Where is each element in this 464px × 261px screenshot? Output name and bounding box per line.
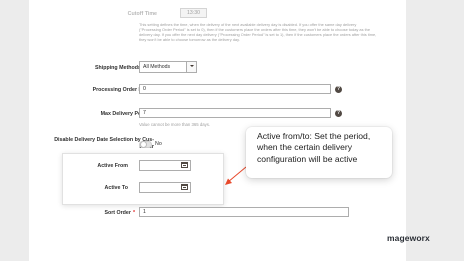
callout-arrow [225,166,247,185]
mageworx-logo: mageworx [387,233,430,243]
callout-tooltip: Active from/to: Set the period, when the… [246,127,392,178]
